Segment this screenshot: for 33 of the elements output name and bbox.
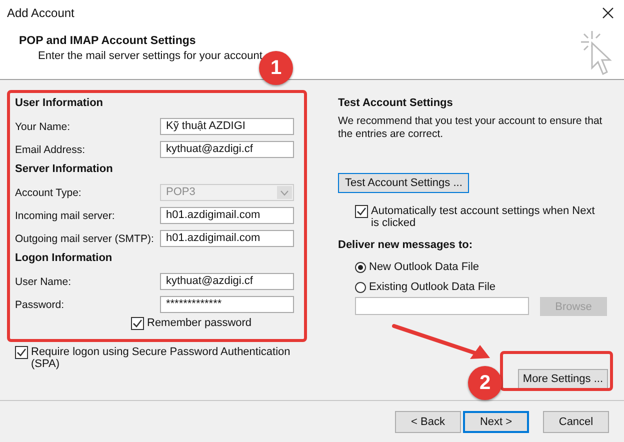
description-text: We recommend that you test your account to ensure that the entries are correct. <box>338 115 604 141</box>
radio-label: Existing Outlook Data File <box>369 281 496 293</box>
section-heading: Server Information <box>15 162 114 177</box>
input-field[interactable]: Kỹ thuật AZDIGI <box>160 118 294 135</box>
input-field[interactable]: h01.azdigimail.com <box>160 207 294 224</box>
dialog-button[interactable]: < Back <box>395 410 461 432</box>
input-field[interactable]: kythuat@azdigi.cf <box>160 273 294 290</box>
test-account-settings-button[interactable]: Test Account Settings ... <box>338 173 470 193</box>
section-heading: Test Account Settings <box>338 96 454 111</box>
field-label: Account Type: <box>15 186 82 198</box>
page-title: POP and IMAP Account Settings <box>19 35 197 47</box>
window-title: Add Account <box>7 6 74 20</box>
checkbox-label: Remember password <box>147 317 252 329</box>
field-label: Your Name: <box>15 120 72 132</box>
page-subtitle: Enter the mail server settings for your account. <box>37 50 266 62</box>
field-label: User Name: <box>15 276 72 288</box>
input-field[interactable]: h01.azdigimail.com <box>160 230 294 247</box>
more-settings-button[interactable]: More Settings ... <box>518 369 608 389</box>
checkbox-label: Require logon using Secure Password Authentication (SPA) <box>31 346 291 370</box>
section-heading: Logon Information <box>15 251 114 266</box>
dialog-button[interactable]: Cancel <box>543 410 609 432</box>
step-number-badge: 2 <box>468 366 502 400</box>
field-label: Email Address: <box>15 144 86 156</box>
section-heading: User Information <box>15 96 104 111</box>
checkbox-label: Automatically test account settings when Next is clicked <box>371 205 596 229</box>
field-label: Password: <box>15 298 66 310</box>
radio-label: New Outlook Data File <box>369 261 480 273</box>
section-heading: Deliver new messages to: <box>338 238 474 253</box>
password-field[interactable]: ************* <box>160 296 294 313</box>
field-label: Incoming mail server: <box>15 210 116 222</box>
field-label: Outgoing mail server (SMTP): <box>15 232 155 244</box>
dialog-button[interactable]: Next > <box>463 410 529 432</box>
input-field[interactable]: kythuat@azdigi.cf <box>160 141 294 158</box>
